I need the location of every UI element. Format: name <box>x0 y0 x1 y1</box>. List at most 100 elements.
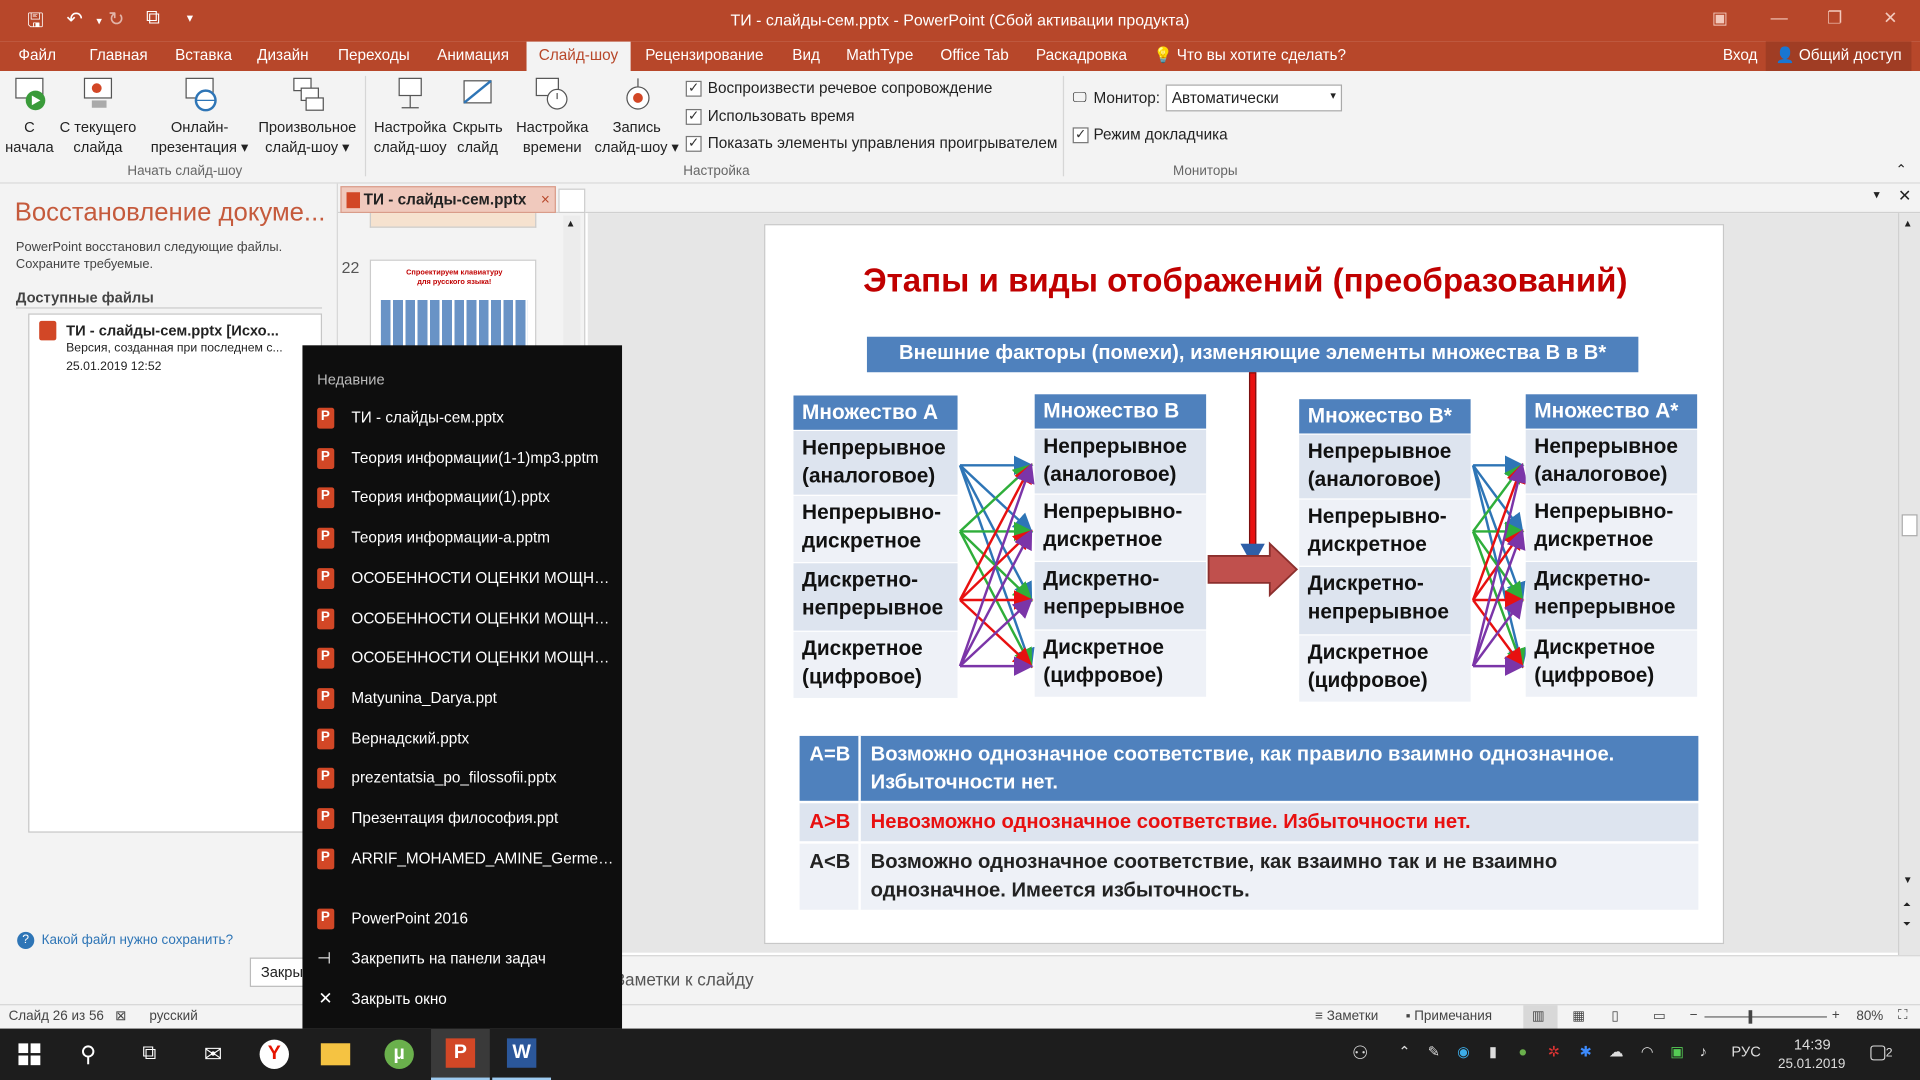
controls-checkbox[interactable]: ✓ <box>685 135 702 152</box>
slide-scrollbar[interactable]: ▲ ▼ ⏶ ⏷ <box>1897 213 1920 1005</box>
slide-sorter-icon[interactable]: ▦ <box>1572 1008 1585 1024</box>
task-view-icon[interactable]: ⧉ <box>120 1029 179 1080</box>
scroll-up-icon[interactable]: ▲ <box>1903 218 1913 229</box>
recent-file-item[interactable]: Теория информации(1).pptx <box>302 479 622 518</box>
recovered-file-item[interactable]: ТИ - слайды-сем.pptx [Исхо... Версия, со… <box>29 315 320 384</box>
tab-file[interactable]: Файл <box>18 47 56 64</box>
volume-icon[interactable]: ♪ <box>1700 1043 1707 1060</box>
pin-taskbar-item[interactable]: ⊣ Закрепить на панели задач <box>302 940 622 979</box>
utorrent-icon[interactable]: µ <box>370 1029 429 1080</box>
comments-toggle[interactable]: ▪ Примечания <box>1406 1009 1492 1024</box>
clock-time[interactable]: 14:39 <box>1794 1036 1831 1053</box>
narration-checkbox[interactable]: ✓ <box>685 80 702 97</box>
slide-thumbnail[interactable]: Спроектируем клавиатуру для русского язы… <box>369 259 537 358</box>
tab-officetab[interactable]: Office Tab <box>940 47 1008 64</box>
tab-design[interactable]: Дизайн <box>257 47 308 64</box>
people-icon[interactable]: ⚇ <box>1352 1042 1368 1064</box>
help-link[interactable]: Какой файл нужно сохранить? <box>42 933 233 948</box>
file-explorer-icon[interactable] <box>306 1029 365 1080</box>
scroll-thumb[interactable] <box>1901 514 1918 537</box>
keyboard-language[interactable]: РУС <box>1731 1043 1760 1060</box>
fit-slide-icon[interactable]: ⛶ <box>1898 1008 1907 1024</box>
zoom-slider-thumb[interactable] <box>1748 1010 1753 1024</box>
collapse-ribbon-icon[interactable]: ⌃ <box>1896 162 1907 178</box>
cloud-app-icon[interactable]: ◉ <box>1457 1043 1470 1060</box>
clock-date[interactable]: 25.01.2019 <box>1778 1057 1845 1072</box>
prev-slide-icon[interactable]: ⏶ <box>1903 899 1911 911</box>
notes-pane[interactable]: Заметки к слайду <box>587 955 1920 1005</box>
recent-file-item[interactable]: Matyunina_Darya.ppt <box>302 679 622 718</box>
recent-file-item[interactable]: prezentatsia_po_filossofii.pptx <box>302 760 622 799</box>
show-hidden-icons[interactable]: ⌃ <box>1398 1043 1410 1060</box>
new-tab-button[interactable] <box>558 188 586 214</box>
scroll-up-icon[interactable]: ▲ <box>566 218 576 229</box>
recent-file-item[interactable]: ТИ - слайды-сем.pptx <box>302 399 622 438</box>
yandex-browser-icon[interactable]: Y <box>245 1029 304 1080</box>
share-button[interactable]: 👤 Общий доступ <box>1765 41 1912 72</box>
powerpoint-taskbar-icon[interactable]: P <box>431 1028 490 1080</box>
timings-checkbox[interactable]: ✓ <box>685 108 702 125</box>
word-taskbar-icon[interactable]: W <box>492 1029 552 1080</box>
utorrent-tray-icon[interactable]: ● <box>1518 1043 1527 1060</box>
recent-file-item[interactable]: Вернадский.pptx <box>302 720 622 759</box>
monitor-select[interactable]: Автоматически ▾ <box>1165 84 1343 112</box>
close-icon[interactable]: ✕ <box>1883 7 1897 28</box>
scroll-down-icon[interactable]: ▼ <box>1903 874 1913 885</box>
open-powerpoint-item[interactable]: PowerPoint 2016 <box>302 900 622 939</box>
spellcheck-icon[interactable]: ⊠ <box>115 1008 126 1024</box>
tab-list-icon[interactable]: ▾ <box>1873 189 1879 202</box>
presenter-view-checkbox[interactable]: ✓ <box>1072 127 1089 144</box>
tray-app-icon[interactable]: ✎ <box>1428 1043 1440 1060</box>
close-document-icon[interactable]: ✕ <box>1898 186 1911 206</box>
mail-icon[interactable]: ✉ <box>184 1029 243 1080</box>
zoom-slider[interactable] <box>1704 1016 1827 1018</box>
tab-home[interactable]: Главная <box>89 47 147 64</box>
tab-view[interactable]: Вид <box>792 47 820 64</box>
record-slideshow-button[interactable]: Запись слайд-шоу ▾ <box>593 76 681 157</box>
slide-thumbnail[interactable] <box>369 213 537 228</box>
from-current-button[interactable]: С текущего слайда <box>56 76 139 157</box>
custom-slideshow-button[interactable]: Произвольное слайд-шоу ▾ <box>253 76 361 157</box>
zoom-level[interactable]: 80% <box>1856 1009 1883 1024</box>
close-window-item[interactable]: ✕ Закрыть окно <box>302 981 622 1020</box>
notes-toggle[interactable]: ≡ Заметки <box>1315 1009 1378 1024</box>
zoom-in-icon[interactable]: + <box>1832 1008 1840 1023</box>
hide-slide-button[interactable]: Скрыть слайд <box>451 76 505 157</box>
tab-mathtype[interactable]: MathType <box>846 47 913 64</box>
action-center-icon[interactable]: ▢ <box>1869 1040 1888 1064</box>
windows-start-icon[interactable] <box>0 1029 59 1080</box>
tab-slideshow[interactable]: Слайд-шоу <box>526 41 631 72</box>
recent-file-item[interactable]: Теория информации(1-1)mp3.pptm <box>302 439 622 478</box>
tray-app2-icon[interactable]: ✲ <box>1548 1043 1560 1060</box>
tab-insert[interactable]: Вставка <box>175 47 232 64</box>
search-icon[interactable]: ⚲ <box>59 1029 118 1080</box>
reading-view-icon[interactable]: ▯ <box>1611 1008 1618 1024</box>
bluetooth-icon[interactable]: ✱ <box>1580 1043 1592 1060</box>
maximize-icon[interactable]: ❐ <box>1827 7 1842 28</box>
slideshow-view-icon[interactable]: ▭ <box>1653 1008 1666 1024</box>
online-presentation-button[interactable]: Онлайн- презентация ▾ <box>147 76 252 157</box>
current-slide[interactable]: Этапы и виды отображений (преобразований… <box>764 224 1725 945</box>
tab-review[interactable]: Рецензирование <box>645 47 763 64</box>
battery-icon[interactable]: ▮ <box>1489 1043 1497 1060</box>
rehearse-timings-button[interactable]: Настройка времени <box>512 76 593 157</box>
recent-file-item[interactable]: Презентация философия.ppt <box>302 800 622 839</box>
tab-animation[interactable]: Анимация <box>437 47 509 64</box>
from-start-button[interactable]: С начала <box>5 76 54 157</box>
recent-file-item[interactable]: ОСОБЕННОСТИ ОЦЕНКИ МОЩНОСТ... <box>302 559 622 598</box>
next-slide-icon[interactable]: ⏷ <box>1903 918 1911 930</box>
recent-file-item[interactable]: ОСОБЕННОСТИ ОЦЕНКИ МОЩНОСТ... <box>302 599 622 638</box>
document-tab[interactable]: ТИ - слайды-сем.pptx × <box>340 186 556 214</box>
tab-storyboard[interactable]: Раскадровка <box>1036 47 1127 64</box>
language-indicator[interactable]: русский <box>149 1009 197 1024</box>
recent-file-item[interactable]: ARRIF_MOHAMED_AMINE_Germenevti... <box>302 840 622 879</box>
onedrive-icon[interactable]: ☁ <box>1609 1043 1624 1060</box>
security-icon[interactable]: ▣ <box>1670 1043 1684 1060</box>
wifi-icon[interactable]: ◠ <box>1641 1043 1654 1060</box>
minimize-icon[interactable]: — <box>1771 7 1788 27</box>
sign-in-link[interactable]: Вход <box>1723 47 1758 64</box>
tell-me-search[interactable]: 💡 Что вы хотите сделать? <box>1153 47 1346 65</box>
setup-slideshow-button[interactable]: Настройка слайд-шоу <box>370 76 451 157</box>
close-tab-icon[interactable]: × <box>541 191 550 208</box>
recent-file-item[interactable]: Теория информации-а.pptm <box>302 519 622 558</box>
